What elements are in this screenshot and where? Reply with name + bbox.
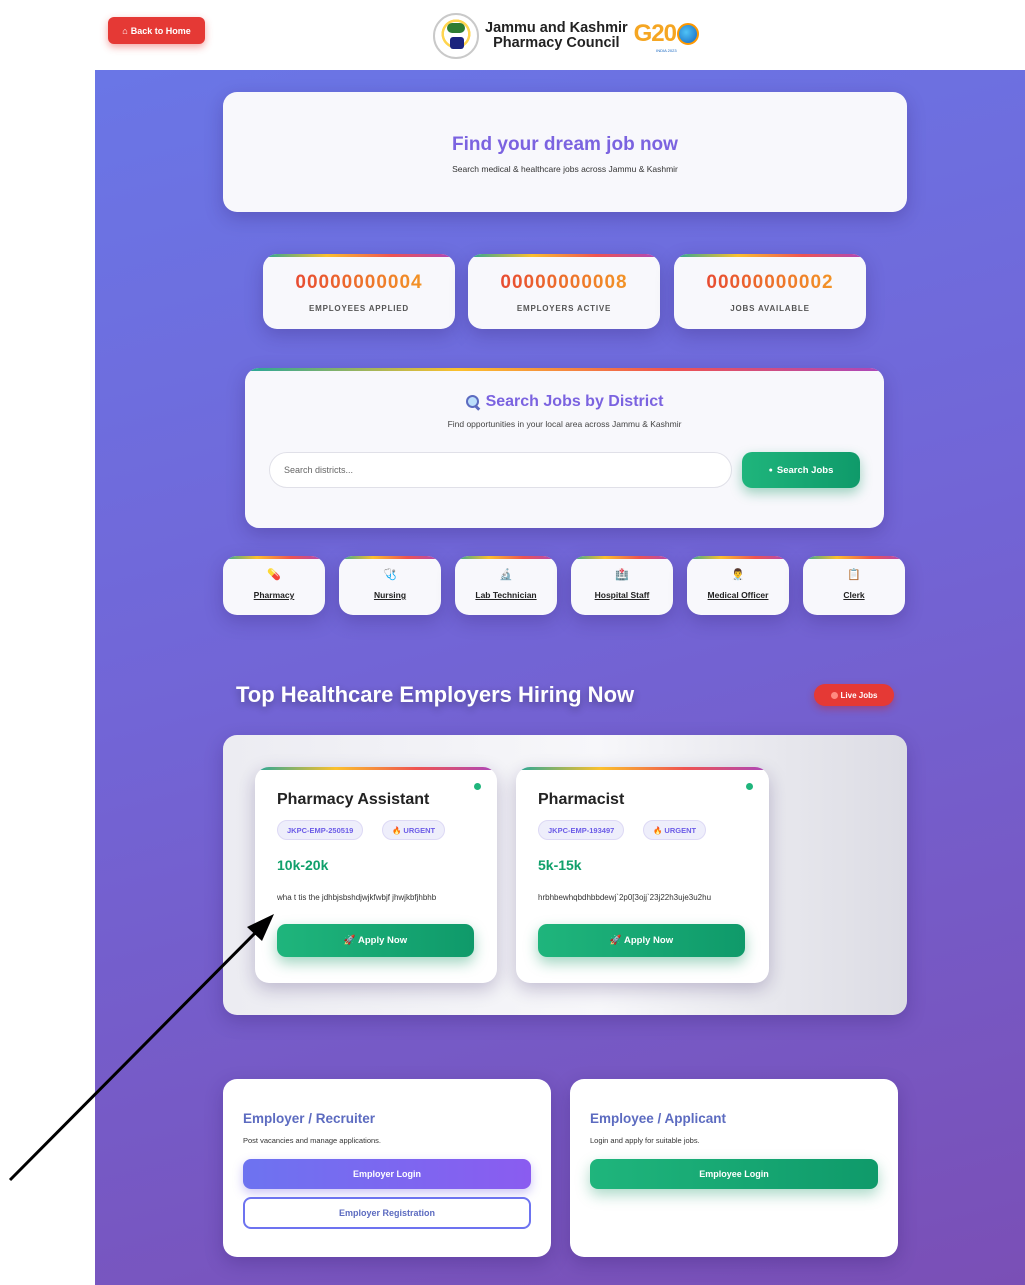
job-card: Pharmacy Assistant JKPC-EMP-250519 🔥 URG… — [255, 767, 497, 983]
jobs-panel: Pharmacy Assistant JKPC-EMP-250519 🔥 URG… — [223, 735, 907, 1015]
clipboard-icon: 📋 — [847, 569, 861, 581]
district-search-input[interactable] — [269, 452, 732, 488]
employee-panel-title: Employee / Applicant — [590, 1111, 727, 1126]
council-name: Jammu and Kashmir Pharmacy Council — [485, 21, 628, 51]
category-hospital-staff[interactable]: 🏥 Hospital Staff — [571, 556, 673, 615]
page: ⌂ Back to Home Jammu and Kashmir Pharmac… — [0, 0, 1025, 1285]
category-label: Medical Officer — [707, 590, 769, 600]
g20-subtext: INDIA 2023 — [656, 47, 677, 53]
hero-card: Find your dream job now Search medical &… — [223, 92, 907, 212]
stat-label: EMPLOYERS ACTIVE — [516, 304, 612, 313]
stat-value: 00000000004 — [263, 272, 455, 294]
category-label: Lab Technician — [475, 590, 537, 600]
live-jobs-badge: Live Jobs — [814, 684, 894, 706]
search-subtitle: Find opportunities in your local area ac… — [447, 419, 682, 429]
employers-section-title: Top Healthcare Employers Hiring Now — [236, 682, 635, 707]
search-title: Search Jobs by District — [245, 393, 884, 411]
live-jobs-label: Live Jobs — [840, 690, 878, 700]
job-title: Pharmacist — [538, 791, 625, 808]
employer-panel: Employer / Recruiter Post vacancies and … — [223, 1079, 551, 1257]
stat-value: 00000000008 — [468, 272, 660, 294]
active-status-dot — [474, 783, 481, 790]
back-to-home-label: Back to Home — [130, 25, 191, 36]
stat-card-employers-active: 00000000008 EMPLOYERS ACTIVE — [468, 254, 660, 329]
category-label: Nursing — [373, 590, 407, 600]
g20-logo: G20 INDIA 2023 — [633, 19, 700, 53]
hero-subtitle: Search medical & healthcare jobs across … — [452, 164, 678, 174]
search-title-text: Search Jobs by District — [485, 393, 664, 410]
hero-title: Find your dream job now — [452, 134, 678, 155]
category-clerk[interactable]: 📋 Clerk — [803, 556, 905, 615]
pill-icon: 💊 — [267, 569, 281, 581]
search-jobs-button[interactable]: ● Search Jobs — [742, 452, 860, 488]
category-label: Hospital Staff — [594, 590, 650, 600]
job-id-tag: JKPC-EMP-250519 — [277, 820, 364, 840]
stat-card-employees-applied: 00000000004 EMPLOYEES APPLIED — [263, 254, 455, 329]
job-title: Pharmacy Assistant — [277, 791, 430, 808]
doctor-icon: 👨‍⚕️ — [731, 569, 745, 581]
category-label: Pharmacy — [253, 590, 295, 600]
main-content: Find your dream job now Search medical &… — [95, 70, 1025, 1285]
category-label: Clerk — [843, 590, 865, 600]
g20-text: G20 — [633, 19, 677, 47]
council-logo: Jammu and Kashmir Pharmacy Council G20 I… — [433, 10, 703, 62]
employer-login-button[interactable]: Employer Login — [243, 1159, 531, 1189]
stat-value: 00000000002 — [674, 272, 866, 294]
council-name-line2: Pharmacy Council — [493, 35, 620, 51]
job-id-tag: JKPC-EMP-193497 — [538, 820, 625, 840]
category-pharmacy[interactable]: 💊 Pharmacy — [223, 556, 325, 615]
search-jobs-label: Search Jobs — [776, 464, 834, 476]
stat-card-jobs-available: 00000000002 JOBS AVAILABLE — [674, 254, 866, 329]
employer-registration-button[interactable]: Employer Registration — [243, 1197, 531, 1229]
microscope-icon: 🔬 — [499, 569, 513, 581]
job-salary: 5k-15k — [538, 857, 582, 873]
apply-now-button[interactable]: 🚀 Apply Now — [538, 924, 745, 957]
urgent-tag: 🔥 URGENT — [643, 820, 707, 840]
stethoscope-icon: 🩺 — [383, 569, 397, 581]
employer-panel-title: Employer / Recruiter — [243, 1111, 376, 1126]
job-salary: 10k-20k — [277, 857, 329, 873]
urgent-tag: 🔥 URGENT — [382, 820, 446, 840]
category-lab-technician[interactable]: 🔬 Lab Technician — [455, 556, 557, 615]
search-icon: ● — [768, 466, 773, 474]
employer-panel-subtitle: Post vacancies and manage applications. — [243, 1136, 382, 1145]
council-name-line1: Jammu and Kashmir — [485, 20, 628, 36]
stat-label: JOBS AVAILABLE — [730, 304, 810, 313]
employee-panel: Employee / Applicant Login and apply for… — [570, 1079, 898, 1257]
top-header: ⌂ Back to Home Jammu and Kashmir Pharmac… — [0, 0, 1025, 70]
active-status-dot — [746, 783, 753, 790]
magnifier-icon — [465, 395, 480, 409]
job-description: hrbhbewhqbdhbbdewj`2p0[3ojj`23j22h3uje3u… — [538, 893, 712, 902]
back-to-home-button[interactable]: ⌂ Back to Home — [108, 17, 205, 44]
category-nursing[interactable]: 🩺 Nursing — [339, 556, 441, 615]
category-medical-officer[interactable]: 👨‍⚕️ Medical Officer — [687, 556, 789, 615]
employee-panel-subtitle: Login and apply for suitable jobs. — [590, 1136, 700, 1145]
district-search-card: Search Jobs by District Find opportuniti… — [245, 368, 884, 528]
stat-label: EMPLOYEES APPLIED — [309, 304, 409, 313]
home-icon: ⌂ — [122, 25, 128, 36]
council-seal-icon — [433, 13, 479, 59]
job-description: wha t tis the jdhbjsbshdjwjkfwbjf jhwjkb… — [277, 893, 437, 902]
job-card: Pharmacist JKPC-EMP-193497 🔥 URGENT 5k-1… — [516, 767, 769, 983]
hospital-icon: 🏥 — [615, 569, 629, 581]
live-dot-icon — [830, 691, 838, 699]
apply-now-button[interactable]: 🚀 Apply Now — [277, 924, 474, 957]
globe-icon — [677, 22, 700, 45]
employee-login-button[interactable]: Employee Login — [590, 1159, 878, 1189]
